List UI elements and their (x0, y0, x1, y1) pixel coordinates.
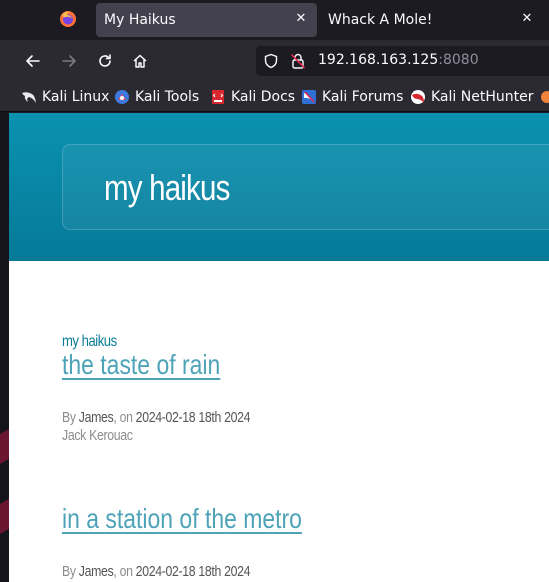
tracking-protection-shield-icon[interactable] (263, 53, 279, 69)
reload-button[interactable] (93, 49, 117, 73)
byline-on: , on (113, 563, 136, 580)
site-header: my haikus (9, 113, 549, 261)
site-title-box: my haikus (62, 144, 549, 230)
wallpaper-streak (0, 428, 9, 466)
post-poet: Jack Kerouac (62, 427, 133, 444)
site-title[interactable]: my haikus (104, 167, 230, 209)
reload-icon (99, 54, 111, 67)
bookmark-overflow[interactable] (539, 88, 549, 106)
post-byline: By James, on 2024-02-18 18th 2024 (62, 409, 251, 426)
bookmark-label: Kali Docs (231, 89, 296, 105)
post-author: James (78, 563, 114, 580)
home-icon (133, 54, 147, 68)
kali-dragon-icon (22, 92, 36, 103)
forward-button[interactable] (57, 49, 81, 73)
bookmark-kali-linux[interactable]: Kali Linux (21, 88, 109, 106)
navigation-toolbar: 192.168.163.125:8080 (0, 40, 549, 82)
bookmark-label: Kali NetHunter (431, 89, 534, 105)
firefox-icon (60, 11, 76, 27)
byline-by: By (62, 409, 79, 426)
kali-tools-icon (115, 90, 129, 104)
bookmark-label: Kali Tools (135, 89, 200, 105)
url-host: 192.168.163.125 (318, 52, 439, 68)
post-date: 2024-02-18 18th 2024 (135, 563, 251, 580)
kali-docs-icon (212, 90, 224, 104)
desktop-background-edge (0, 112, 9, 582)
close-tab-icon[interactable]: ✕ (293, 11, 309, 27)
bookmark-label: Kali Linux (42, 89, 110, 105)
web-page: my haikus my haikus the taste of rain By… (9, 113, 549, 582)
tab-whack-a-mole[interactable]: Whack A Mole! ✕ (320, 3, 549, 37)
wallpaper-streak (0, 498, 9, 536)
bookmark-kali-nethunter[interactable]: Kali NetHunter (410, 88, 533, 106)
bookmark-kali-tools[interactable]: Kali Tools (114, 88, 199, 106)
post-title-link[interactable]: in a station of the metro (62, 503, 302, 535)
tab-list-button[interactable] (0, 0, 48, 40)
kali-forums-icon (302, 90, 316, 104)
kali-nethunter-icon (411, 90, 425, 104)
byline-by: By (62, 563, 79, 580)
post-title-link[interactable]: the taste of rain (62, 349, 220, 381)
tab-my-haikus[interactable]: My Haikus ✕ (96, 3, 317, 37)
insecure-lock-icon[interactable] (290, 52, 306, 70)
url-port: :8080 (438, 52, 479, 68)
post-author: James (78, 409, 114, 426)
post-date: 2024-02-18 18th 2024 (135, 409, 251, 426)
post-byline: By James, on 2024-02-18 18th 2024 (62, 563, 251, 580)
tab-title: My Haikus (104, 12, 176, 28)
url-text[interactable]: 192.168.163.125:8080 (318, 52, 479, 68)
byline-on: , on (113, 409, 136, 426)
bookmark-label: Kali Forums (322, 89, 404, 105)
tab-title: Whack A Mole! (328, 12, 433, 28)
tab-strip: My Haikus ✕ Whack A Mole! ✕ (0, 0, 549, 40)
bookmarks-toolbar: Kali Linux Kali Tools Kali Docs Kali For… (0, 82, 549, 112)
bookmark-partial-icon (541, 91, 549, 103)
home-button[interactable] (128, 49, 152, 73)
bookmark-kali-docs[interactable]: Kali Docs (210, 88, 295, 106)
back-arrow-icon (26, 55, 40, 67)
close-tab-icon[interactable]: ✕ (519, 11, 535, 27)
bookmark-kali-forums[interactable]: Kali Forums (301, 88, 403, 106)
forward-arrow-icon (62, 55, 76, 67)
address-bar[interactable]: 192.168.163.125:8080 (256, 46, 549, 76)
back-button[interactable] (21, 49, 45, 73)
